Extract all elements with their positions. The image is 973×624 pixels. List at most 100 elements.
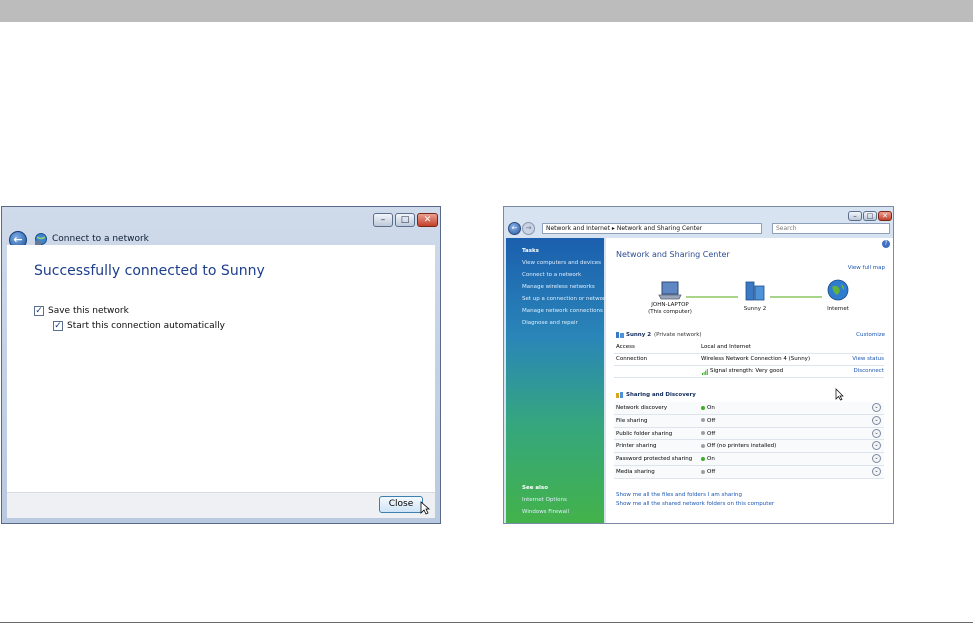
close-button[interactable]: Close bbox=[379, 496, 423, 513]
access-row: Access Local and Internet bbox=[614, 342, 884, 354]
view-status-link[interactable]: View status bbox=[852, 356, 884, 362]
sharing-row-label: Public folder sharing bbox=[616, 430, 673, 437]
maximize-button[interactable]: □ bbox=[395, 213, 415, 227]
minimize-icon: – bbox=[380, 214, 386, 225]
map-internet-label: Internet bbox=[827, 306, 849, 312]
close-icon: ✕ bbox=[882, 211, 888, 220]
status-on-icon bbox=[701, 456, 705, 461]
connect-to-network-dialog: – □ ✕ ← Connect to a network Successfull… bbox=[1, 206, 441, 524]
task-manage-connections[interactable]: Manage network connections bbox=[522, 308, 603, 314]
window-close-button[interactable]: ✕ bbox=[417, 213, 438, 227]
minimize-icon: – bbox=[853, 211, 857, 220]
access-label: Access bbox=[616, 344, 635, 350]
sharing-row[interactable]: Public folder sharing Off ⌄ bbox=[614, 427, 884, 441]
window-close-button[interactable]: ✕ bbox=[878, 211, 892, 221]
sharing-row-label: Network discovery bbox=[616, 405, 668, 411]
link-show-shared-files[interactable]: Show me all the files and folders I am s… bbox=[616, 492, 742, 498]
network-globe-icon bbox=[35, 233, 47, 245]
chevron-down-icon[interactable]: ⌄ bbox=[872, 441, 881, 451]
save-network-checkbox[interactable]: ✓ bbox=[34, 306, 44, 316]
maximize-icon: □ bbox=[400, 214, 410, 225]
task-view-computers[interactable]: View computers and devices bbox=[522, 260, 601, 266]
sharing-row[interactable]: Password protected sharing On ⌄ bbox=[614, 453, 884, 466]
task-diagnose-repair[interactable]: Diagnose and repair bbox=[522, 320, 578, 326]
customize-link[interactable]: Customize bbox=[856, 332, 885, 338]
top-header-bar bbox=[0, 0, 973, 22]
link-windows-firewall[interactable]: Windows Firewall bbox=[522, 509, 569, 515]
sharing-row[interactable]: Media sharing Off ⌄ bbox=[614, 466, 884, 479]
breadcrumb-network-internet[interactable]: Network and Internet bbox=[546, 225, 610, 232]
connection-value: Wireless Network Connection 4 (Sunny) bbox=[701, 356, 811, 362]
sharing-row-status: On bbox=[701, 405, 715, 411]
save-network-label: Save this network bbox=[48, 306, 129, 316]
status-off-icon bbox=[701, 443, 705, 448]
forward-arrow-icon[interactable]: → bbox=[522, 222, 535, 235]
task-setup-connection[interactable]: Set up a connection or network bbox=[522, 296, 608, 302]
task-connect-network[interactable]: Connect to a network bbox=[522, 272, 581, 278]
start-auto-checkbox[interactable]: ✓ bbox=[53, 321, 63, 331]
chevron-down-icon[interactable]: ⌄ bbox=[872, 467, 881, 476]
task-manage-wireless[interactable]: Manage wireless networks bbox=[522, 284, 595, 290]
mouse-cursor-icon bbox=[835, 388, 844, 401]
chevron-down-icon[interactable]: ⌄ bbox=[872, 403, 881, 412]
mouse-cursor-icon bbox=[420, 501, 430, 515]
laptop-icon bbox=[658, 281, 682, 300]
view-full-map-link[interactable]: View full map bbox=[848, 265, 885, 271]
see-also-heading: See also bbox=[522, 485, 548, 491]
network-house-icon bbox=[745, 281, 765, 301]
maximize-icon: □ bbox=[866, 211, 874, 220]
access-value: Local and Internet bbox=[701, 344, 751, 350]
chevron-down-icon[interactable]: ⌄ bbox=[872, 454, 881, 464]
start-auto-row[interactable]: ✓ Start this connection automatically bbox=[53, 321, 225, 331]
help-icon[interactable]: ? bbox=[882, 240, 890, 248]
save-network-row[interactable]: ✓ Save this network bbox=[34, 306, 129, 316]
link-internet-options[interactable]: Internet Options bbox=[522, 497, 567, 503]
sharing-row-status: Off bbox=[701, 469, 715, 475]
sharing-row-label: File sharing bbox=[616, 417, 648, 424]
status-off-icon bbox=[701, 431, 705, 436]
search-input[interactable]: Search bbox=[772, 223, 890, 234]
status-off-icon bbox=[701, 469, 705, 474]
connection-label: Connection bbox=[616, 356, 648, 362]
sharing-row[interactable]: Printer sharing Off (no printers install… bbox=[614, 440, 884, 454]
map-computer-label: JOHN-LAPTOP (This computer) bbox=[640, 302, 700, 316]
page-title: Network and Sharing Center bbox=[616, 250, 730, 259]
dialog-footer: Close bbox=[7, 492, 435, 518]
back-arrow-icon[interactable]: ← bbox=[508, 222, 521, 235]
network-status-icon bbox=[616, 332, 624, 338]
status-off-icon bbox=[701, 418, 705, 423]
address-row: ← → Network and Internet ▸ Network and S… bbox=[504, 221, 893, 237]
map-link-line bbox=[770, 296, 822, 298]
sharing-row[interactable]: Network discovery On ⌄ bbox=[614, 402, 884, 415]
breadcrumb-separator-icon: ▸ bbox=[611, 225, 615, 232]
connection-row: Connection Wireless Network Connection 4… bbox=[614, 354, 884, 366]
breadcrumb-sharing-center[interactable]: Network and Sharing Center bbox=[617, 225, 702, 232]
map-computer-name: JOHN-LAPTOP bbox=[651, 302, 689, 308]
minimize-button[interactable]: – bbox=[373, 213, 393, 227]
sharing-row-label: Printer sharing bbox=[616, 443, 657, 450]
minimize-button[interactable]: – bbox=[848, 211, 862, 221]
sharing-heading: Sharing and Discovery bbox=[626, 392, 696, 398]
sharing-row-status: On bbox=[701, 456, 715, 462]
chevron-down-icon[interactable]: ⌄ bbox=[872, 415, 881, 425]
signal-bars-icon bbox=[702, 369, 708, 375]
bottom-divider bbox=[0, 622, 973, 623]
address-bar[interactable]: Network and Internet ▸ Network and Shari… bbox=[542, 223, 762, 234]
disconnect-link[interactable]: Disconnect bbox=[853, 368, 884, 374]
sharing-row-label: Media sharing bbox=[616, 469, 655, 475]
maximize-button[interactable]: □ bbox=[863, 211, 877, 221]
close-icon: ✕ bbox=[423, 214, 432, 225]
sharing-center-content: ? Network and Sharing Center View full m… bbox=[606, 238, 893, 523]
tasks-heading: Tasks bbox=[522, 248, 539, 254]
sharing-row[interactable]: File sharing Off ⌄ bbox=[614, 414, 884, 428]
signal-strength: Signal strength: Very good bbox=[710, 368, 784, 374]
chevron-down-icon[interactable]: ⌄ bbox=[872, 428, 881, 438]
link-show-shared-folders[interactable]: Show me all the shared network folders o… bbox=[616, 501, 774, 507]
start-auto-label: Start this connection automatically bbox=[67, 321, 225, 331]
dialog-content: Successfully connected to Sunny ✓ Save t… bbox=[7, 245, 435, 493]
map-network-label: Sunny 2 bbox=[743, 306, 767, 312]
signal-row: Signal strength: Very good Disconnect bbox=[614, 366, 884, 378]
sharing-icon bbox=[616, 392, 623, 398]
network-type: (Private network) bbox=[654, 332, 702, 338]
map-computer-sub: (This computer) bbox=[648, 309, 692, 315]
